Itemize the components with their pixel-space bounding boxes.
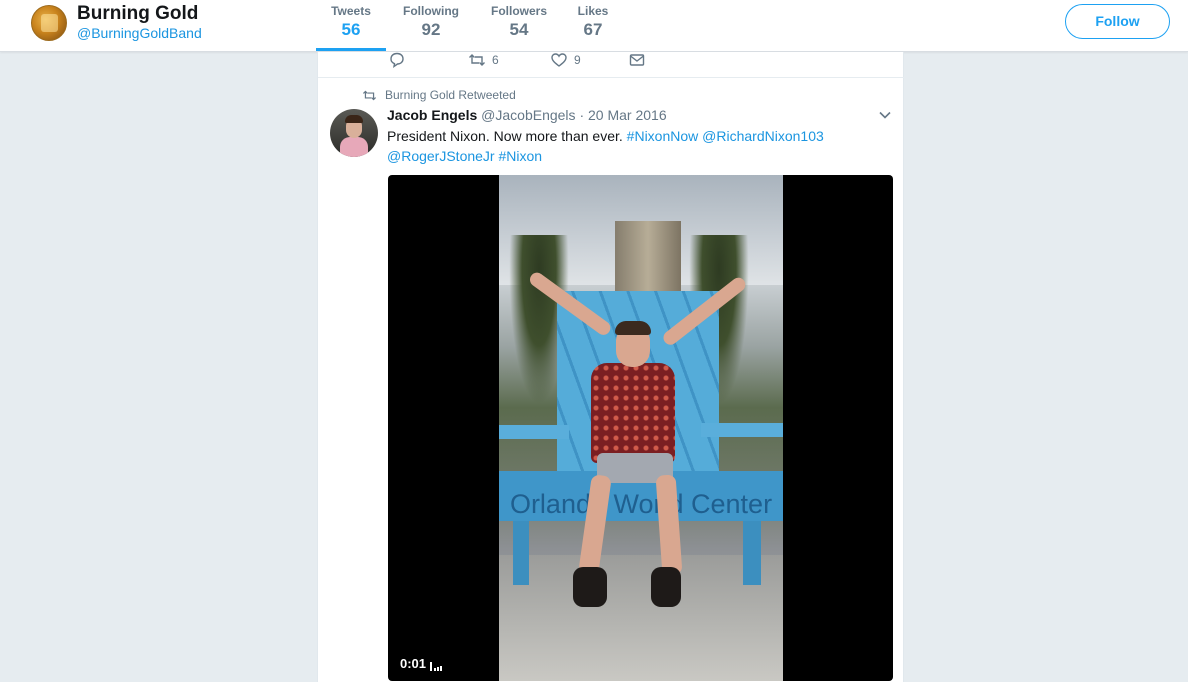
video-chair-arm xyxy=(701,423,783,437)
avatar-shirt xyxy=(340,137,368,157)
chevron-down-icon[interactable] xyxy=(878,108,892,122)
stat-followers[interactable]: Followers 54 xyxy=(483,4,555,40)
video-frame: Orlando World Center xyxy=(499,175,783,681)
profile-navbar: Burning Gold @BurningGoldBand Tweets 56 … xyxy=(0,0,1188,52)
video-chair-arm xyxy=(499,425,569,439)
stat-value: 54 xyxy=(509,20,529,39)
video-person-hair xyxy=(615,321,651,335)
profile-avatar[interactable] xyxy=(31,5,67,41)
header-separator: · xyxy=(579,107,585,123)
stat-value: 56 xyxy=(341,20,361,39)
avatar-hair xyxy=(345,115,363,123)
reply-icon xyxy=(390,52,404,69)
tweet-text: President Nixon. Now more than ever. #Ni… xyxy=(387,126,857,166)
profile-name[interactable]: Burning Gold xyxy=(77,3,198,25)
retweet-count: 6 xyxy=(492,53,499,67)
retweet-context: Burning Gold Retweeted xyxy=(362,88,516,102)
tweet-date[interactable]: 20 Mar 2016 xyxy=(588,107,667,123)
reply-action[interactable] xyxy=(388,49,406,71)
mention-link[interactable]: @RogerJStoneJr xyxy=(387,148,495,164)
stat-following[interactable]: Following 92 xyxy=(396,4,466,40)
retweet-context-text[interactable]: Burning Gold Retweeted xyxy=(385,88,516,102)
stat-tweets[interactable]: Tweets 56 xyxy=(316,4,386,40)
follow-button[interactable]: Follow xyxy=(1065,4,1170,39)
active-tab-underline xyxy=(316,48,386,51)
mention-link[interactable]: @RichardNixon103 xyxy=(702,128,824,144)
tweet-header: Jacob Engels @JacobEngels · 20 Mar 2016 xyxy=(387,107,667,123)
video-person-shoe xyxy=(651,567,681,607)
profile-handle[interactable]: @BurningGoldBand xyxy=(77,25,202,41)
direct-message-action[interactable] xyxy=(628,49,646,71)
video-ground xyxy=(499,555,783,681)
video-person-shoe xyxy=(573,567,607,607)
tweet-video-player[interactable]: Orlando World Center 0:01 xyxy=(388,175,893,681)
video-chair-sign: Orlando World Center xyxy=(509,489,773,519)
like-count: 9 xyxy=(574,53,581,67)
tweet-author-handle[interactable]: @JacobEngels xyxy=(481,107,575,123)
stat-label: Following xyxy=(403,4,459,18)
avatar-emblem xyxy=(41,14,58,32)
stat-value: 92 xyxy=(421,20,441,39)
stat-label: Followers xyxy=(490,4,547,18)
like-action[interactable]: 9 xyxy=(550,49,581,71)
previous-tweet-actions: 6 9 xyxy=(318,52,905,78)
hashtag-link[interactable]: #NixonNow xyxy=(627,128,699,144)
retweet-icon xyxy=(469,54,485,66)
retweet-action[interactable]: 6 xyxy=(468,49,499,71)
tweet-author-name[interactable]: Jacob Engels xyxy=(387,107,477,123)
tweet-text-plain: President Nixon. Now more than ever. xyxy=(387,128,623,144)
video-person-shirt xyxy=(591,363,675,463)
stat-label: Likes xyxy=(577,4,609,18)
volume-icon[interactable] xyxy=(430,662,443,671)
envelope-icon xyxy=(629,54,645,66)
tweet-author-avatar[interactable] xyxy=(330,109,378,157)
video-time-text: 0:01 xyxy=(400,656,427,671)
stat-label: Tweets xyxy=(331,4,371,18)
stat-likes[interactable]: Likes 67 xyxy=(563,4,623,40)
heart-icon xyxy=(551,53,567,67)
video-timestamp: 0:01 xyxy=(400,656,443,671)
stat-value: 67 xyxy=(583,20,603,39)
hashtag-link[interactable]: #Nixon xyxy=(498,148,542,164)
video-tower xyxy=(615,221,681,301)
timeline-stream: 6 9 Burning Gold Retweeted Jacob Engels … xyxy=(317,52,905,682)
retweet-icon xyxy=(362,90,377,100)
